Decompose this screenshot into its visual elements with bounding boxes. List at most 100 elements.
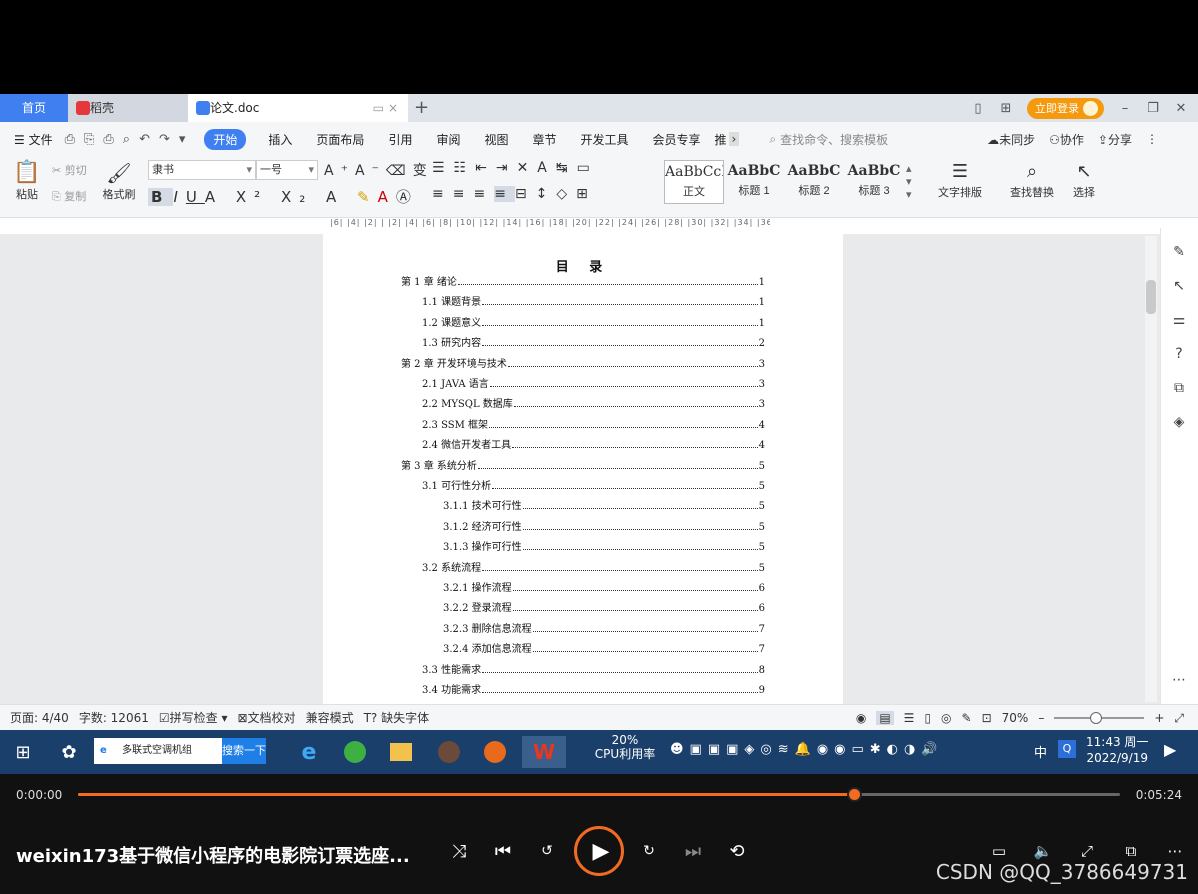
toc-entry[interactable]: 3.2.4 添加信息流程 7 <box>443 641 765 655</box>
login-button[interactable]: 立即登录 <box>1027 97 1104 119</box>
taskbar-search-input[interactable]: e 多联式空调机组 <box>94 738 222 764</box>
compat-mode[interactable]: 兼容模式 <box>306 709 354 726</box>
sliders-icon[interactable]: ⚌ <box>1169 312 1189 332</box>
pointer-icon[interactable]: ↖ <box>1169 278 1189 298</box>
forward-30-icon[interactable]: ↻ <box>634 836 664 866</box>
eye-icon[interactable]: ◉ <box>856 711 866 725</box>
notification-icon[interactable]: ▶ <box>1164 740 1176 759</box>
bold-icon[interactable]: B <box>148 188 174 206</box>
taskbar-clock[interactable]: 11:43 周一 2022/9/19 <box>1086 734 1148 766</box>
toc-entry[interactable]: 2.2 MYSQL 数据库 3 <box>422 396 765 410</box>
tray-q-icon[interactable]: Q <box>1058 740 1076 758</box>
menu-start[interactable]: 开始 <box>204 128 247 150</box>
compass-icon[interactable]: ◈ <box>1169 414 1189 434</box>
media-app-icon[interactable] <box>432 736 466 768</box>
file-menu[interactable]: ☰ 文件 <box>0 131 65 148</box>
document-page[interactable]: 目 录 第 1 章 绪论 1 1.1 课题背景 1 1.2 课题意义 1 1.3 研究内容 2… <box>323 234 843 704</box>
align-icons[interactable]: ≡≡≡≡⊟↕◇⊞ <box>432 186 597 202</box>
tab-home[interactable]: 首页 <box>0 94 68 122</box>
zoom-level[interactable]: 70% <box>1002 711 1029 725</box>
zoom-slider[interactable] <box>1054 712 1145 724</box>
toc-entry[interactable]: 3.1.2 经济可行性 5 <box>443 519 765 533</box>
fit-page-icon[interactable]: ⊡ <box>982 711 992 725</box>
seek-bar[interactable] <box>78 787 1120 802</box>
toc-entry[interactable]: 3.1 可行性分析 5 <box>422 478 765 492</box>
menu-review[interactable]: 审阅 <box>424 131 472 148</box>
menu-insert[interactable]: 插入 <box>256 131 304 148</box>
paste-button[interactable]: 📋 粘贴 <box>10 160 44 202</box>
justify-icon[interactable]: ≡ <box>494 186 515 202</box>
toc-entry[interactable]: 2.1 JAVA 语言 3 <box>422 376 765 390</box>
italic-icon[interactable]: I <box>173 188 185 206</box>
menu-more-icon[interactable]: › <box>728 132 740 146</box>
font-adjust-icons[interactable]: A⁺A⁻⌫变 <box>324 160 434 180</box>
scrollbar-thumb[interactable] <box>1146 280 1156 314</box>
more-dots-icon[interactable]: ⋯ <box>1169 672 1189 692</box>
toc-entry[interactable]: 3.2.1 操作流程 6 <box>443 580 765 594</box>
toc-entry[interactable]: 3.1.3 操作可行性 5 <box>443 539 765 553</box>
zoom-out-icon[interactable]: – <box>1038 711 1044 725</box>
reading-view-icon[interactable]: ▯ <box>924 711 931 725</box>
wps-taskbar-icon[interactable]: W <box>522 736 566 768</box>
taskbar-search-button[interactable]: 搜索一下 <box>222 738 266 764</box>
style-heading1[interactable]: AaBbC 标题 1 <box>724 160 784 204</box>
ime-indicator[interactable]: 中 <box>1034 742 1047 761</box>
select-button[interactable]: ↖ 选择 <box>1066 160 1102 200</box>
style-normal[interactable]: AaBbCcI 正文 <box>664 160 724 204</box>
monitor-icon[interactable]: ▭ <box>373 94 384 122</box>
ruler[interactable]: |6| |4| |2| | |2| |4| |6| |8| |10| |12| … <box>330 218 770 234</box>
toc-entry[interactable]: 1.3 研究内容 2 <box>422 335 765 349</box>
toc-entry[interactable]: 第 2 章 开发环境与技术 3 <box>401 356 765 370</box>
toc-entry[interactable]: 1.2 课题意义 1 <box>422 315 765 329</box>
shuffle-icon[interactable]: ⤨ <box>444 836 474 866</box>
menu-member[interactable]: 会员专享 <box>641 131 713 148</box>
pen-mode-icon[interactable]: ✎ <box>962 711 972 725</box>
fullscreen-icon[interactable]: ⤢ <box>1174 711 1184 726</box>
windows-start-icon[interactable]: ⊞ <box>6 736 40 768</box>
grid-icon[interactable]: ⊞ <box>999 101 1013 116</box>
ie-icon[interactable]: e <box>292 736 326 768</box>
menu-recommend[interactable]: 推 <box>713 131 729 148</box>
next-icon[interactable]: ⏭ <box>678 836 708 866</box>
cut-button[interactable]: ✂ 剪切 <box>52 162 87 178</box>
missing-font-button[interactable]: T? 缺失字体 <box>364 709 430 726</box>
minimize-icon[interactable]: – <box>1118 101 1132 116</box>
rewind-10-icon[interactable]: ↺ <box>532 836 562 866</box>
close-tab-icon[interactable]: × <box>388 94 398 122</box>
tab-daoke[interactable]: 稻壳 <box>68 94 188 122</box>
menu-view[interactable]: 视图 <box>472 131 520 148</box>
menu-developer[interactable]: 开发工具 <box>569 131 641 148</box>
web-view-icon[interactable]: ◎ <box>941 711 951 725</box>
copy-button[interactable]: ⎘ 复制 <box>52 188 86 204</box>
toc-entry[interactable]: 第 1 章 绪论 1 <box>401 274 765 288</box>
menu-references[interactable]: 引用 <box>376 131 424 148</box>
toc-entry[interactable]: 3.2.3 删除信息流程 7 <box>443 621 765 635</box>
toc-entry[interactable]: 3.1.1 技术可行性 5 <box>443 498 765 512</box>
share-doc-icon[interactable]: ⧉ <box>1169 380 1189 400</box>
page-view-icon[interactable]: ▤ <box>876 711 894 725</box>
seek-bar-handle[interactable] <box>847 787 863 802</box>
repeat-icon[interactable]: ⟲ <box>722 836 752 866</box>
highlight-icon[interactable]: ✎ <box>357 188 378 206</box>
cat-app-icon[interactable] <box>478 736 512 768</box>
share-button[interactable]: ⇪分享 <box>1098 131 1132 148</box>
toc-entry[interactable]: 3.2.2 登录流程 6 <box>443 600 765 614</box>
text-layout-button[interactable]: ☰ 文字排版 <box>932 160 988 200</box>
style-heading2[interactable]: AaBbC 标题 2 <box>784 160 844 204</box>
new-tab-icon[interactable]: + <box>414 94 429 122</box>
zoom-in-icon[interactable]: + <box>1154 711 1164 725</box>
format-painter-button[interactable]: 🖌 格式刷 <box>100 160 138 202</box>
menu-chapter[interactable]: 章节 <box>520 131 568 148</box>
close-window-icon[interactable]: ✕ <box>1174 101 1188 116</box>
toc-entry[interactable]: 2.3 SSM 框架 4 <box>422 417 765 431</box>
collab-button[interactable]: ⚇协作 <box>1049 131 1084 148</box>
pen-icon[interactable]: ✎ <box>1169 244 1189 264</box>
menu-page-layout[interactable]: 页面布局 <box>304 131 376 148</box>
previous-icon[interactable]: ⏮ <box>488 836 518 866</box>
browser-360-icon[interactable] <box>338 736 372 768</box>
more-options-icon[interactable]: ⋮ <box>1146 132 1158 146</box>
quick-access-icons[interactable]: ⎙⎘⎙⌕↶↷▾ <box>65 132 195 147</box>
folder-icon[interactable] <box>384 736 418 768</box>
word-count[interactable]: 字数: 12061 <box>79 709 149 726</box>
font-style-icons[interactable]: B IUA X² X₂ A ✎AⒶ <box>148 186 419 207</box>
